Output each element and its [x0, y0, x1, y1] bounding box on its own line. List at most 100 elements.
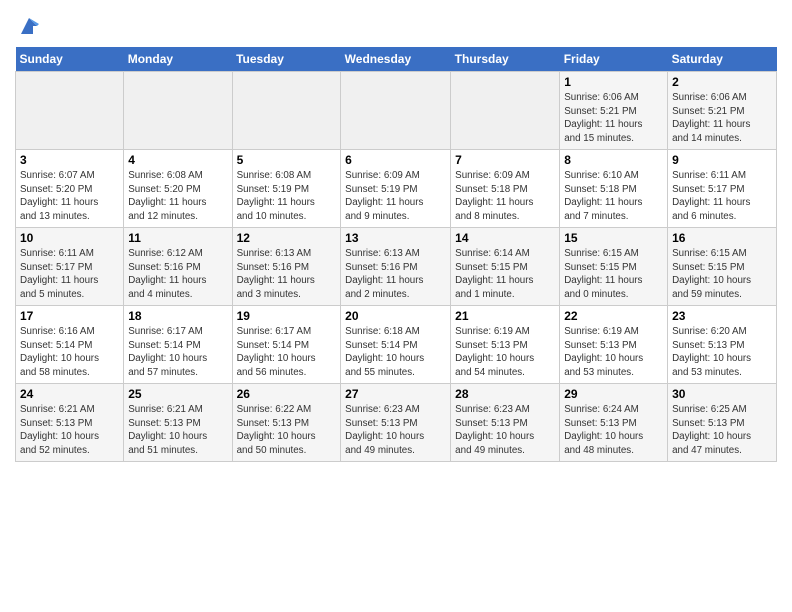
- weekday-header-wednesday: Wednesday: [341, 47, 451, 72]
- day-info: Sunrise: 6:09 AMSunset: 5:19 PMDaylight:…: [345, 169, 446, 224]
- day-number: 20: [345, 309, 446, 323]
- header: [15, 10, 777, 43]
- calendar-cell: 28 Sunrise: 6:23 AMSunset: 5:13 PMDayligh…: [451, 383, 560, 461]
- calendar-header: SundayMondayTuesdayWednesdayThursdayFrid…: [16, 47, 777, 72]
- day-number: 17: [20, 309, 119, 323]
- day-info: Sunrise: 6:21 AMSunset: 5:13 PMDaylight:…: [128, 403, 227, 458]
- day-number: 5: [237, 153, 337, 167]
- day-info: Sunrise: 6:06 AMSunset: 5:21 PMDaylight:…: [672, 91, 772, 146]
- day-number: 14: [455, 231, 555, 245]
- day-number: 9: [672, 153, 772, 167]
- day-number: 12: [237, 231, 337, 245]
- calendar-week-4: 17 Sunrise: 6:16 AMSunset: 5:14 PMDayligh…: [16, 305, 777, 383]
- day-number: 27: [345, 387, 446, 401]
- calendar-table: SundayMondayTuesdayWednesdayThursdayFrid…: [15, 47, 777, 462]
- calendar-cell: 20Sunrise: 6:18 AMSunset: 5:14 PMDayligh…: [341, 305, 451, 383]
- weekday-header-sunday: Sunday: [16, 47, 124, 72]
- day-number: 8: [564, 153, 663, 167]
- day-info: Sunrise: 6:12 AMSunset: 5:16 PMDaylight:…: [128, 247, 227, 302]
- calendar-cell: 16 Sunrise: 6:15 AMSunset: 5:15 PMDayligh…: [668, 227, 777, 305]
- day-info: Sunrise: 6:21 AMSunset: 5:13 PMDaylight:…: [20, 403, 119, 458]
- day-info: Sunrise: 6:08 AMSunset: 5:20 PMDaylight:…: [128, 169, 227, 224]
- day-number: 16: [672, 231, 772, 245]
- calendar-cell: 19 Sunrise: 6:17 AMSunset: 5:14 PMDayligh…: [232, 305, 341, 383]
- calendar-cell: 12Sunrise: 6:13 AMSunset: 5:16 PMDayligh…: [232, 227, 341, 305]
- day-info: Sunrise: 6:24 AMSunset: 5:13 PMDaylight:…: [564, 403, 663, 458]
- calendar-cell: 6 Sunrise: 6:09 AMSunset: 5:19 PMDaylight…: [341, 149, 451, 227]
- calendar-cell: [16, 71, 124, 149]
- weekday-header-friday: Friday: [560, 47, 668, 72]
- day-info: Sunrise: 6:23 AMSunset: 5:13 PMDaylight:…: [345, 403, 446, 458]
- logo-icon: [17, 14, 41, 38]
- day-info: Sunrise: 6:22 AMSunset: 5:13 PMDaylight:…: [237, 403, 337, 458]
- day-number: 30: [672, 387, 772, 401]
- calendar-cell: 17 Sunrise: 6:16 AMSunset: 5:14 PMDayligh…: [16, 305, 124, 383]
- day-number: 24: [20, 387, 119, 401]
- day-info: Sunrise: 6:20 AMSunset: 5:13 PMDaylight:…: [672, 325, 772, 380]
- day-number: 22: [564, 309, 663, 323]
- calendar-cell: 10 Sunrise: 6:11 AMSunset: 5:17 PMDayligh…: [16, 227, 124, 305]
- calendar-cell: 25 Sunrise: 6:21 AMSunset: 5:13 PMDayligh…: [124, 383, 232, 461]
- calendar-week-3: 10 Sunrise: 6:11 AMSunset: 5:17 PMDayligh…: [16, 227, 777, 305]
- calendar-cell: [232, 71, 341, 149]
- day-number: 18: [128, 309, 227, 323]
- calendar-cell: 23 Sunrise: 6:20 AMSunset: 5:13 PMDayligh…: [668, 305, 777, 383]
- day-info: Sunrise: 6:17 AMSunset: 5:14 PMDaylight:…: [237, 325, 337, 380]
- calendar-body: 1 Sunrise: 6:06 AMSunset: 5:21 PMDaylight…: [16, 71, 777, 461]
- calendar-cell: 26 Sunrise: 6:22 AMSunset: 5:13 PMDayligh…: [232, 383, 341, 461]
- logo-text: [15, 14, 41, 43]
- day-number: 13: [345, 231, 446, 245]
- calendar-cell: 4 Sunrise: 6:08 AMSunset: 5:20 PMDaylight…: [124, 149, 232, 227]
- day-number: 23: [672, 309, 772, 323]
- day-number: 25: [128, 387, 227, 401]
- day-info: Sunrise: 6:16 AMSunset: 5:14 PMDaylight:…: [20, 325, 119, 380]
- day-info: Sunrise: 6:19 AMSunset: 5:13 PMDaylight:…: [564, 325, 663, 380]
- calendar-cell: [341, 71, 451, 149]
- calendar-cell: 22 Sunrise: 6:19 AMSunset: 5:13 PMDayligh…: [560, 305, 668, 383]
- calendar-week-2: 3 Sunrise: 6:07 AMSunset: 5:20 PMDaylight…: [16, 149, 777, 227]
- calendar-cell: [124, 71, 232, 149]
- weekday-header-tuesday: Tuesday: [232, 47, 341, 72]
- calendar-week-1: 1 Sunrise: 6:06 AMSunset: 5:21 PMDaylight…: [16, 71, 777, 149]
- logo: [15, 14, 41, 43]
- calendar-cell: 14Sunrise: 6:14 AMSunset: 5:15 PMDayligh…: [451, 227, 560, 305]
- day-info: Sunrise: 6:25 AMSunset: 5:13 PMDaylight:…: [672, 403, 772, 458]
- weekday-header-monday: Monday: [124, 47, 232, 72]
- day-number: 26: [237, 387, 337, 401]
- weekday-header-thursday: Thursday: [451, 47, 560, 72]
- calendar-cell: 18Sunrise: 6:17 AMSunset: 5:14 PMDayligh…: [124, 305, 232, 383]
- calendar-cell: 27 Sunrise: 6:23 AMSunset: 5:13 PMDayligh…: [341, 383, 451, 461]
- calendar-cell: 5Sunrise: 6:08 AMSunset: 5:19 PMDaylight…: [232, 149, 341, 227]
- calendar-cell: 29 Sunrise: 6:24 AMSunset: 5:13 PMDayligh…: [560, 383, 668, 461]
- page-container: SundayMondayTuesdayWednesdayThursdayFrid…: [0, 0, 792, 467]
- day-number: 10: [20, 231, 119, 245]
- day-info: Sunrise: 6:23 AMSunset: 5:13 PMDaylight:…: [455, 403, 555, 458]
- calendar-week-5: 24 Sunrise: 6:21 AMSunset: 5:13 PMDayligh…: [16, 383, 777, 461]
- calendar-cell: 15Sunrise: 6:15 AMSunset: 5:15 PMDayligh…: [560, 227, 668, 305]
- day-info: Sunrise: 6:11 AMSunset: 5:17 PMDaylight:…: [672, 169, 772, 224]
- calendar-cell: 3 Sunrise: 6:07 AMSunset: 5:20 PMDaylight…: [16, 149, 124, 227]
- day-info: Sunrise: 6:11 AMSunset: 5:17 PMDaylight:…: [20, 247, 119, 302]
- weekday-header-row: SundayMondayTuesdayWednesdayThursdayFrid…: [16, 47, 777, 72]
- calendar-cell: 8 Sunrise: 6:10 AMSunset: 5:18 PMDaylight…: [560, 149, 668, 227]
- day-info: Sunrise: 6:15 AMSunset: 5:15 PMDaylight:…: [672, 247, 772, 302]
- calendar-cell: 1 Sunrise: 6:06 AMSunset: 5:21 PMDaylight…: [560, 71, 668, 149]
- calendar-cell: 21Sunrise: 6:19 AMSunset: 5:13 PMDayligh…: [451, 305, 560, 383]
- day-info: Sunrise: 6:13 AMSunset: 5:16 PMDaylight:…: [345, 247, 446, 302]
- calendar-cell: 13 Sunrise: 6:13 AMSunset: 5:16 PMDayligh…: [341, 227, 451, 305]
- day-number: 4: [128, 153, 227, 167]
- day-number: 28: [455, 387, 555, 401]
- day-number: 6: [345, 153, 446, 167]
- day-info: Sunrise: 6:10 AMSunset: 5:18 PMDaylight:…: [564, 169, 663, 224]
- day-number: 29: [564, 387, 663, 401]
- day-info: Sunrise: 6:06 AMSunset: 5:21 PMDaylight:…: [564, 91, 663, 146]
- day-number: 7: [455, 153, 555, 167]
- calendar-cell: [451, 71, 560, 149]
- day-info: Sunrise: 6:07 AMSunset: 5:20 PMDaylight:…: [20, 169, 119, 224]
- day-number: 19: [237, 309, 337, 323]
- calendar-cell: 30 Sunrise: 6:25 AMSunset: 5:13 PMDayligh…: [668, 383, 777, 461]
- calendar-cell: 7 Sunrise: 6:09 AMSunset: 5:18 PMDaylight…: [451, 149, 560, 227]
- day-info: Sunrise: 6:09 AMSunset: 5:18 PMDaylight:…: [455, 169, 555, 224]
- day-number: 3: [20, 153, 119, 167]
- day-number: 1: [564, 75, 663, 89]
